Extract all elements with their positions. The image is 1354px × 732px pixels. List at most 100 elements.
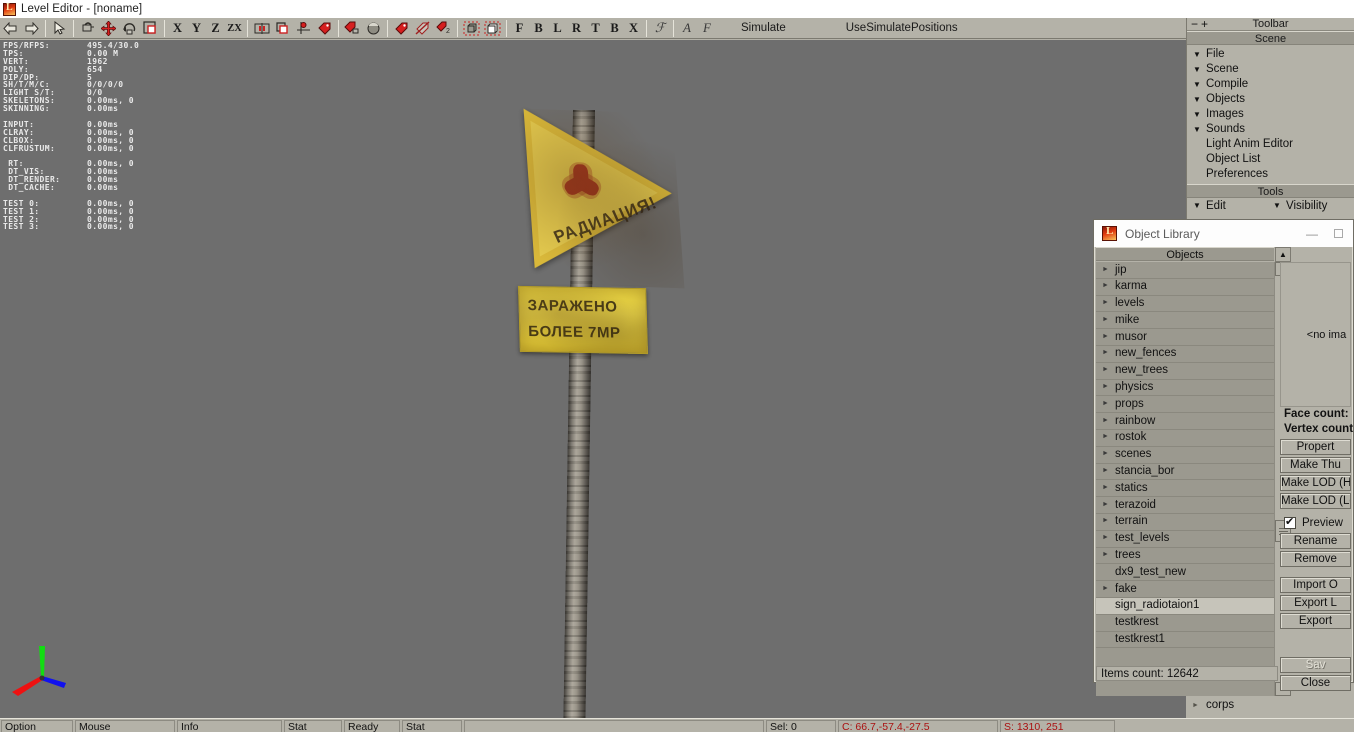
make-thumbnail-button[interactable]: Make Thu [1280, 457, 1351, 473]
dock-minus-button[interactable]: − [1191, 17, 1201, 31]
axis-y-button[interactable]: Y [187, 19, 206, 38]
list-item[interactable]: ► new_trees [1096, 363, 1274, 380]
3d-viewport[interactable]: FPS/RFPS: 495.4/30.0 TPS: 0.00 M VERT: 1962 PO… [0, 40, 1186, 718]
sphere-icon[interactable] [363, 19, 384, 38]
redo-arrow-icon[interactable] [21, 19, 42, 38]
sidebar-item-images[interactable]: ▼ Images [1187, 107, 1354, 122]
sidebar-item-light-anim-editor[interactable]: Light Anim Editor [1187, 137, 1354, 152]
sidebar-item-preferences[interactable]: Preferences [1187, 167, 1354, 182]
make-lod-hi-button[interactable]: Make LOD (Hi [1280, 475, 1351, 491]
sidebar-item-object-list[interactable]: Object List [1187, 152, 1354, 167]
properties-button[interactable]: Propert [1280, 439, 1351, 455]
list-item[interactable]: ► new_fences [1096, 346, 1274, 363]
view-bottom-button[interactable]: B [605, 19, 624, 38]
tools-visibility-item[interactable]: ▼ Visibility [1273, 200, 1327, 212]
window-title: Level Editor - [noname] [21, 3, 143, 15]
export-button[interactable]: Export [1280, 613, 1351, 629]
stat-key: SKINNING: [3, 104, 50, 114]
tools-edit-item[interactable]: ▼ Edit [1187, 200, 1273, 212]
list-item[interactable]: ► terazoid [1096, 497, 1274, 514]
sidebar-item-compile[interactable]: ▼ Compile [1187, 77, 1354, 92]
stat-value: 0.00ms, 0 [87, 222, 134, 232]
cube-solid-icon[interactable] [482, 19, 503, 38]
view-left-button[interactable]: L [548, 19, 567, 38]
list-item[interactable]: ► fake [1096, 581, 1274, 598]
maximize-icon[interactable] [1325, 224, 1351, 244]
view-back-button[interactable]: B [529, 19, 548, 38]
objects-list[interactable]: ► jip ► karma ► levels ► mike ► musor ► new_fences ►… [1096, 262, 1274, 696]
sidebar-item-objects[interactable]: ▼ Objects [1187, 92, 1354, 107]
remove-button[interactable]: Remove [1280, 551, 1351, 567]
scale-icon[interactable] [140, 19, 161, 38]
dialog-title-bar[interactable]: Object Library — [1094, 220, 1353, 247]
preview-checkbox[interactable]: Preview [1284, 515, 1351, 529]
list-item[interactable]: ► statics [1096, 480, 1274, 498]
view-reset-button[interactable]: X [624, 19, 643, 38]
stat-row: SKINNING: 0.00ms [3, 105, 139, 113]
a-italic-icon[interactable]: A [677, 19, 697, 38]
object-select-icon[interactable] [77, 19, 98, 38]
toolbar-separator [646, 19, 647, 37]
mirror-icon[interactable] [251, 19, 272, 38]
list-item[interactable]: ► scenes [1096, 447, 1274, 464]
tree-item-corps[interactable]: ► corps [1186, 697, 1354, 714]
toolbar-separator [673, 19, 674, 37]
collapse-up-icon[interactable]: ▲ [1275, 247, 1291, 262]
list-item[interactable]: ► rainbow [1096, 413, 1274, 430]
dock-toolbar-grip[interactable]: −+ Toolbar [1187, 17, 1354, 31]
sidebar-item-scene[interactable]: ▼ Scene [1187, 62, 1354, 77]
list-item[interactable]: ► karma [1096, 279, 1274, 296]
list-item[interactable]: ► test_levels [1096, 531, 1274, 548]
axis-zx-button[interactable]: ZX [225, 19, 244, 38]
status-cell-8: C: 66.7,-57.4,-27.5 [838, 720, 998, 732]
list-item[interactable]: ► mike [1096, 312, 1274, 330]
f-italic-icon[interactable]: F [697, 19, 717, 38]
undo-arrow-icon[interactable] [0, 19, 21, 38]
pen-italic-icon[interactable]: ℱ [650, 19, 670, 38]
list-item[interactable]: testkrest1 [1096, 632, 1274, 649]
no-tag-icon[interactable] [412, 19, 433, 38]
sidebar-item-file[interactable]: ▼ File [1187, 47, 1354, 62]
export-library-button[interactable]: Export L [1280, 595, 1351, 611]
simulate-button[interactable]: Simulate [741, 22, 786, 34]
list-item[interactable]: ► physics [1096, 380, 1274, 397]
list-item[interactable]: dx9_test_new [1096, 564, 1274, 582]
rotate-icon[interactable] [119, 19, 140, 38]
list-item[interactable]: sign_radiotaion1 [1096, 597, 1274, 615]
list-item[interactable]: testkrest [1096, 615, 1274, 632]
list-item[interactable]: ► jip [1096, 262, 1274, 279]
view-top-button[interactable]: T [586, 19, 605, 38]
list-item[interactable]: ► levels [1096, 296, 1274, 313]
tag-icon[interactable] [314, 19, 335, 38]
use-simulate-positions-button[interactable]: UseSimulatePositions [846, 22, 958, 34]
minimize-icon[interactable]: — [1299, 224, 1325, 244]
axis-x-button[interactable]: X [168, 19, 187, 38]
list-item[interactable]: ► terrain [1096, 514, 1274, 531]
view-front-button[interactable]: F [510, 19, 529, 38]
list-item[interactable]: ► musor [1096, 329, 1274, 346]
list-item[interactable]: ► props [1096, 396, 1274, 414]
close-button[interactable]: Close [1280, 675, 1351, 691]
box-icon[interactable] [272, 19, 293, 38]
move-icon[interactable] [98, 19, 119, 38]
stat-row: CLFRUSTUM: 0.00ms, 0 [3, 144, 139, 153]
snap-grid-icon[interactable] [293, 19, 314, 38]
status-cell-6 [464, 720, 764, 732]
list-item[interactable]: ► rostok [1096, 430, 1274, 447]
list-item[interactable]: ► trees [1096, 548, 1274, 565]
axis-z-button[interactable]: Z [206, 19, 225, 38]
list-item[interactable]: ► stancia_bor [1096, 464, 1274, 481]
view-right-button[interactable]: R [567, 19, 586, 38]
tag2-icon[interactable]: 2 [433, 19, 454, 38]
object-library-dialog: Object Library — Objects ▲ ► jip ► karma ► le… [1093, 219, 1354, 696]
single-tag-icon[interactable] [391, 19, 412, 38]
rename-button[interactable]: Rename [1280, 533, 1351, 549]
make-lod-lo-button[interactable]: Make LOD (Lo [1280, 493, 1351, 509]
select-cursor-icon[interactable] [49, 19, 70, 38]
tags-icon[interactable] [342, 19, 363, 38]
import-object-button[interactable]: Import O [1280, 577, 1351, 593]
save-button[interactable]: Sav [1280, 657, 1351, 673]
dock-plus-button[interactable]: + [1201, 17, 1211, 31]
sidebar-item-sounds[interactable]: ▼ Sounds [1187, 122, 1354, 137]
cube-dashed-icon[interactable] [461, 19, 482, 38]
